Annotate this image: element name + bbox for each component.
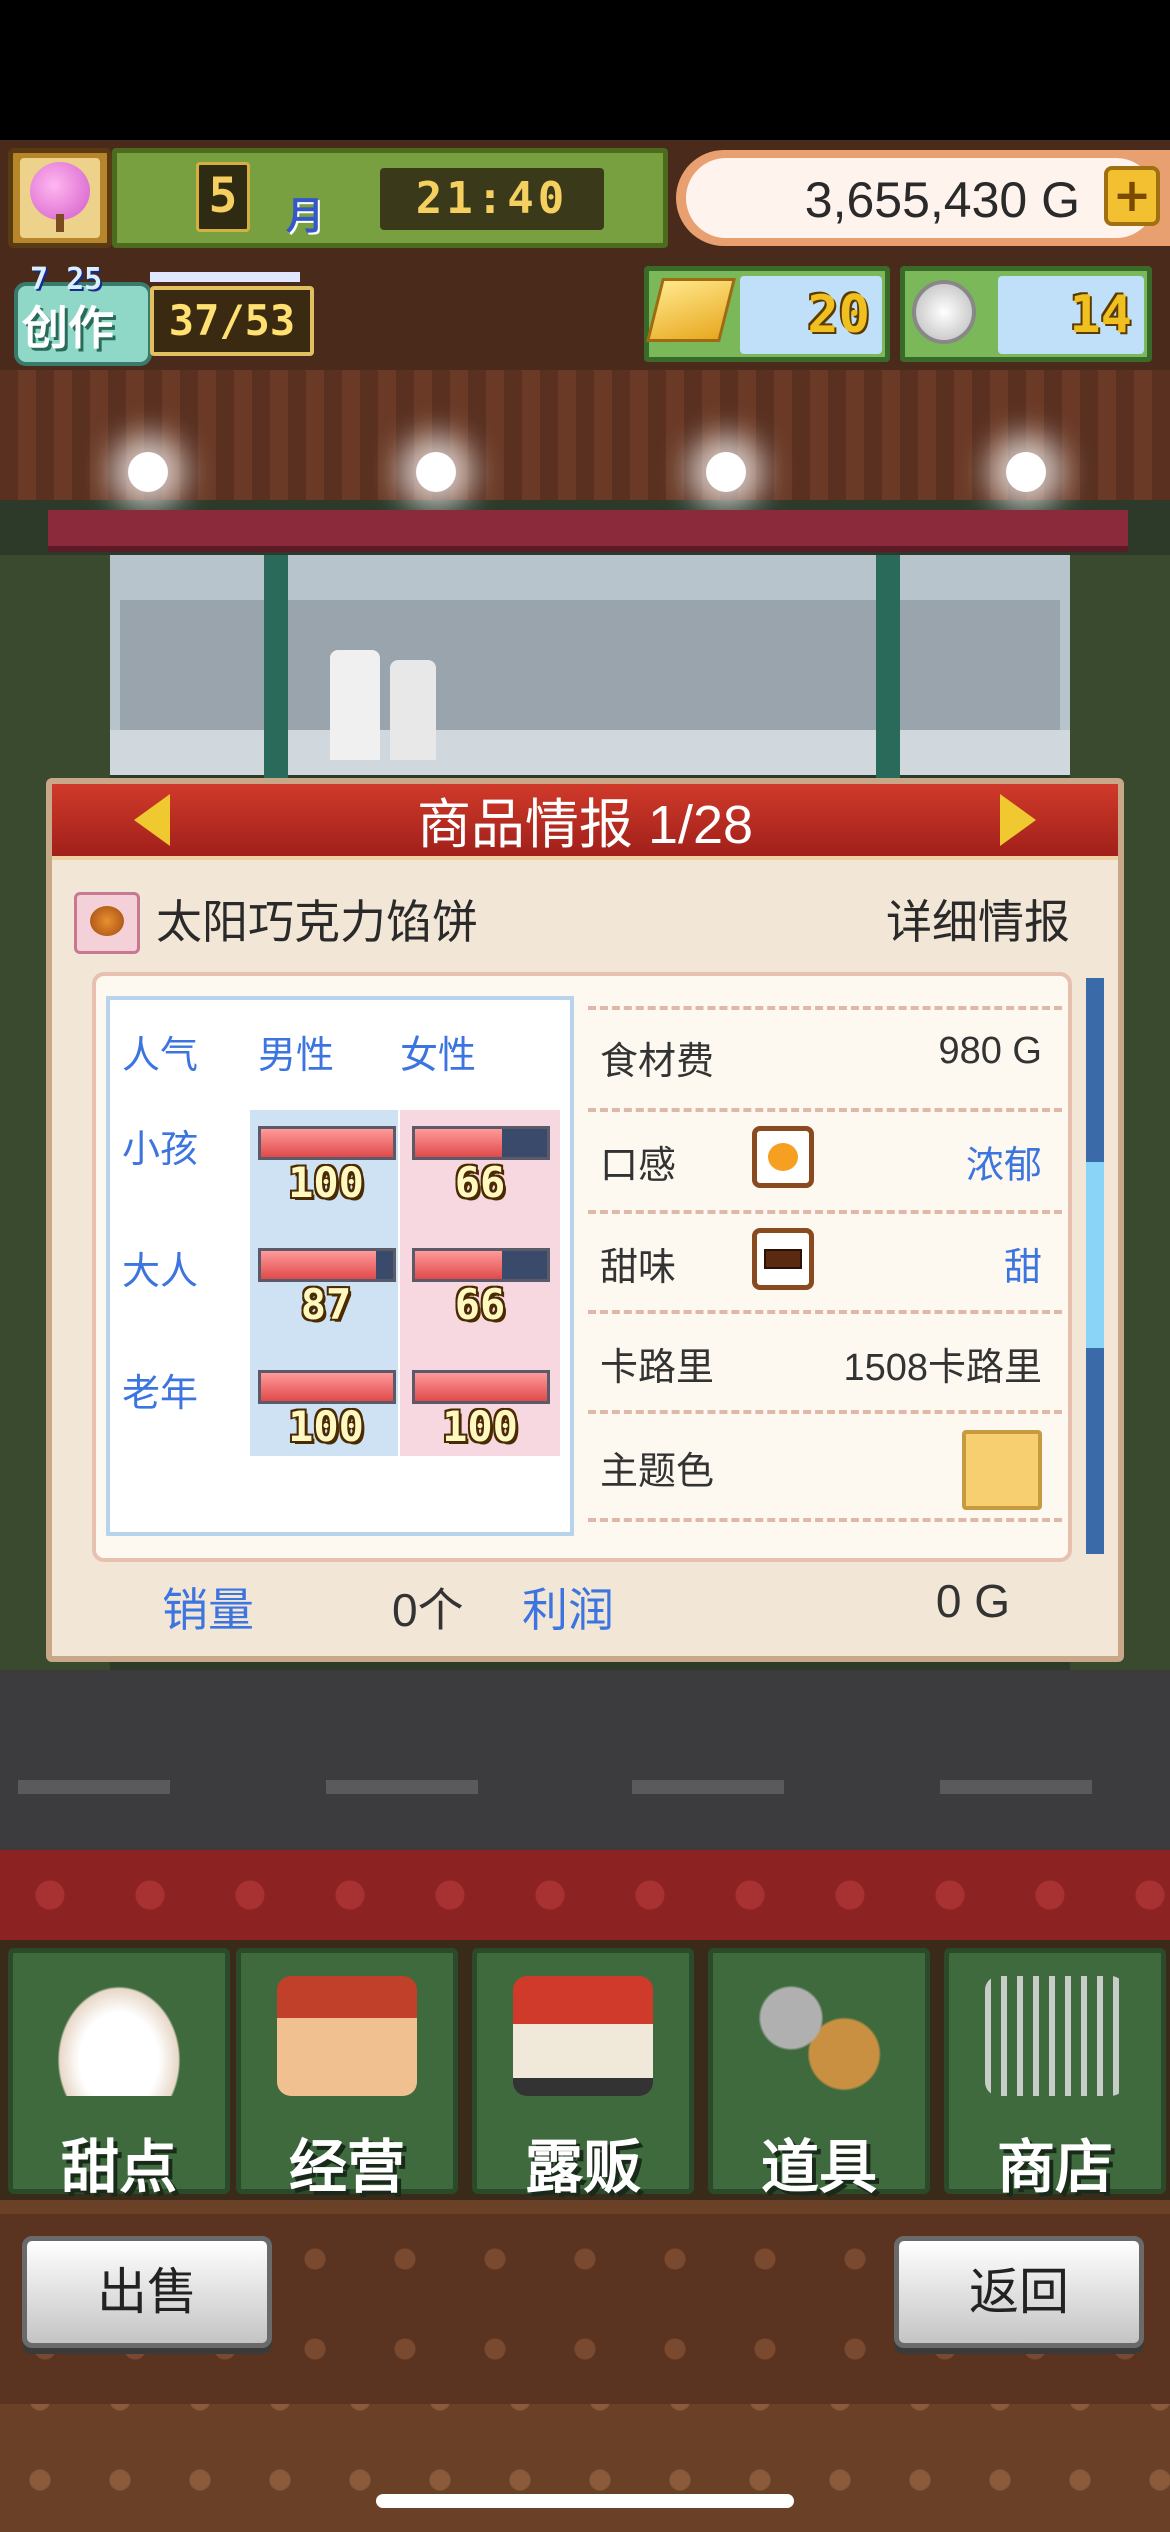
tab-management-label: 经营 — [288, 2133, 405, 2201]
calorie-value: 1508卡路里 — [843, 1347, 1042, 1389]
shop-pillar — [264, 555, 288, 785]
tree-trunk — [56, 214, 64, 232]
detail-info-button[interactable]: 详细情报 — [860, 890, 1070, 954]
road-marking — [326, 1780, 478, 1794]
popularity-bar — [412, 1370, 550, 1404]
female-header: 女性 — [400, 1035, 477, 1077]
popularity-header: 人气 — [122, 1035, 199, 1077]
wooden-roof — [0, 370, 1170, 500]
chef-character[interactable] — [330, 650, 380, 760]
decor-band — [0, 1850, 1170, 1940]
road-marking — [632, 1780, 784, 1794]
month-label: 月 — [286, 194, 325, 238]
create-progress-bar — [150, 272, 300, 282]
ceiling-lamp — [416, 452, 456, 492]
street — [0, 1670, 1170, 1850]
pie-icon — [90, 906, 124, 936]
scrollbar-thumb[interactable] — [1086, 1162, 1104, 1348]
popularity-value: 100 — [288, 1158, 364, 1207]
back-button[interactable]: 返回 — [894, 2236, 1144, 2348]
ingredient-cost-value: 980 G — [938, 1030, 1042, 1072]
next-arrow-icon[interactable] — [1000, 794, 1036, 846]
cake-icon — [49, 1976, 189, 2096]
popularity-bar — [258, 1370, 396, 1404]
bar-fill — [415, 1373, 547, 1401]
gold-amount: 3,655,430 G — [804, 172, 1080, 228]
profit-label: 利润 — [522, 1584, 614, 1636]
create-label: 创作 — [22, 301, 114, 355]
gold-ingot-count: 20 — [740, 276, 882, 354]
truck-icon — [513, 1976, 653, 2096]
tab-store-label: 商店 — [996, 2133, 1113, 2201]
bar-fill — [261, 1129, 393, 1157]
road-marking — [18, 1780, 170, 1794]
male-header: 男性 — [258, 1035, 335, 1077]
popularity-bar — [412, 1248, 550, 1282]
row-label-adult: 大人 — [122, 1251, 199, 1293]
chef-character[interactable] — [390, 660, 436, 760]
shop-sign-beam — [48, 510, 1128, 552]
game-clock: 21:40 — [380, 168, 604, 230]
popularity-value: 100 — [442, 1402, 518, 1451]
silver-coin-icon — [912, 280, 976, 344]
row-label-elder: 老年 — [122, 1373, 199, 1415]
bar-fill — [415, 1251, 503, 1279]
divider — [588, 1518, 1062, 1522]
bar-fill — [261, 1251, 376, 1279]
shop-pillar — [876, 555, 900, 785]
theme-color-label: 主题色 — [600, 1451, 715, 1493]
sales-value: 0个 — [392, 1584, 464, 1636]
sell-button[interactable]: 出售 — [22, 2236, 272, 2348]
dialog-title: 商品情报 1/28 — [416, 795, 754, 855]
add-gold-button[interactable]: + — [1104, 166, 1160, 226]
popularity-value: 66 — [454, 1158, 506, 1207]
ingredient-cost-label: 食材费 — [600, 1041, 715, 1083]
previous-arrow-icon[interactable] — [134, 794, 170, 846]
tools-bag-icon — [749, 1976, 889, 2096]
divider — [588, 1006, 1062, 1010]
home-indicator[interactable] — [376, 2494, 794, 2508]
popularity-bar — [258, 1126, 396, 1160]
tab-dessert-label: 甜点 — [60, 2133, 177, 2201]
tab-items-label: 道具 — [760, 2133, 877, 2201]
calorie-label: 卡路里 — [600, 1347, 715, 1389]
row-label-child: 小孩 — [122, 1129, 199, 1171]
pink-tree-icon — [30, 162, 90, 220]
game-screen: 5 月 21:40 3,655,430 G + 7 25 创作 37/53 20… — [0, 0, 1170, 2532]
ceiling-lamp — [706, 452, 746, 492]
shop-icon — [277, 1976, 417, 2096]
ceiling-lamp — [128, 452, 168, 492]
ceiling-lamp — [1006, 452, 1046, 492]
profit-value: 0 G — [935, 1575, 1010, 1627]
divider — [588, 1210, 1062, 1214]
month-number: 5 — [196, 162, 250, 232]
sweetness-value: 甜 — [1003, 1247, 1042, 1289]
popularity-bar — [258, 1248, 396, 1282]
silver-coin-count: 14 — [998, 276, 1144, 354]
popularity-value: 100 — [288, 1402, 364, 1451]
divider — [588, 1108, 1062, 1112]
road-marking — [940, 1780, 1092, 1794]
popularity-bar — [412, 1126, 550, 1160]
product-name: 太阳巧克力馅饼 — [156, 896, 478, 948]
popularity-value: 66 — [454, 1280, 506, 1329]
texture-label: 口感 — [600, 1145, 677, 1187]
texture-value: 浓郁 — [965, 1145, 1042, 1187]
divider — [588, 1410, 1062, 1414]
divider — [588, 1310, 1062, 1314]
popularity-value: 87 — [300, 1280, 352, 1329]
shop-counter — [110, 730, 1070, 775]
cart-icon — [985, 1976, 1125, 2096]
bar-fill — [261, 1373, 393, 1401]
sweetness-label: 甜味 — [600, 1247, 677, 1289]
theme-color-swatch — [962, 1430, 1042, 1510]
tab-street-stall-label: 露贩 — [524, 2133, 641, 2201]
bar-fill — [415, 1129, 503, 1157]
sales-label: 销量 — [162, 1584, 254, 1636]
create-count: 37/53 — [150, 286, 314, 356]
